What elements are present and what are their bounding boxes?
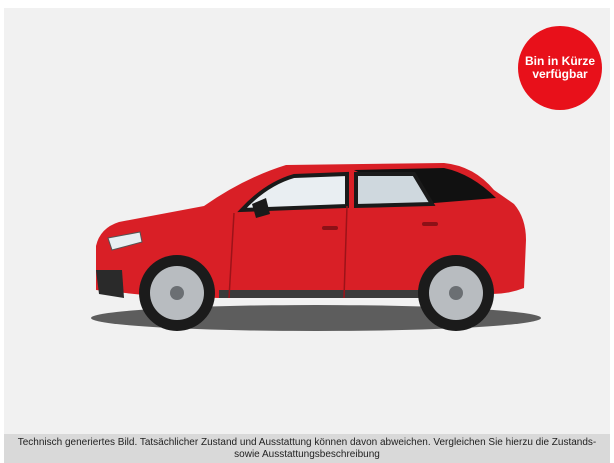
vehicle-image-area: Bin in Kürze verfügbar — [4, 8, 610, 434]
image-disclaimer-text: Technisch generiertes Bild. Tatsächliche… — [17, 436, 597, 460]
car-wheel-rear — [418, 255, 494, 331]
availability-badge-label: Bin in Kürze verfügbar — [525, 54, 596, 81]
car-door-handle-front — [322, 226, 338, 230]
image-disclaimer: Technisch generiertes Bild. Tatsächliche… — [4, 434, 610, 463]
availability-badge: Bin in Kürze verfügbar — [518, 26, 602, 110]
car-door-handle-rear — [422, 222, 438, 226]
car-wheel-front — [139, 255, 215, 331]
car-side-skirt — [219, 290, 419, 298]
car-front-bumper — [96, 270, 124, 298]
